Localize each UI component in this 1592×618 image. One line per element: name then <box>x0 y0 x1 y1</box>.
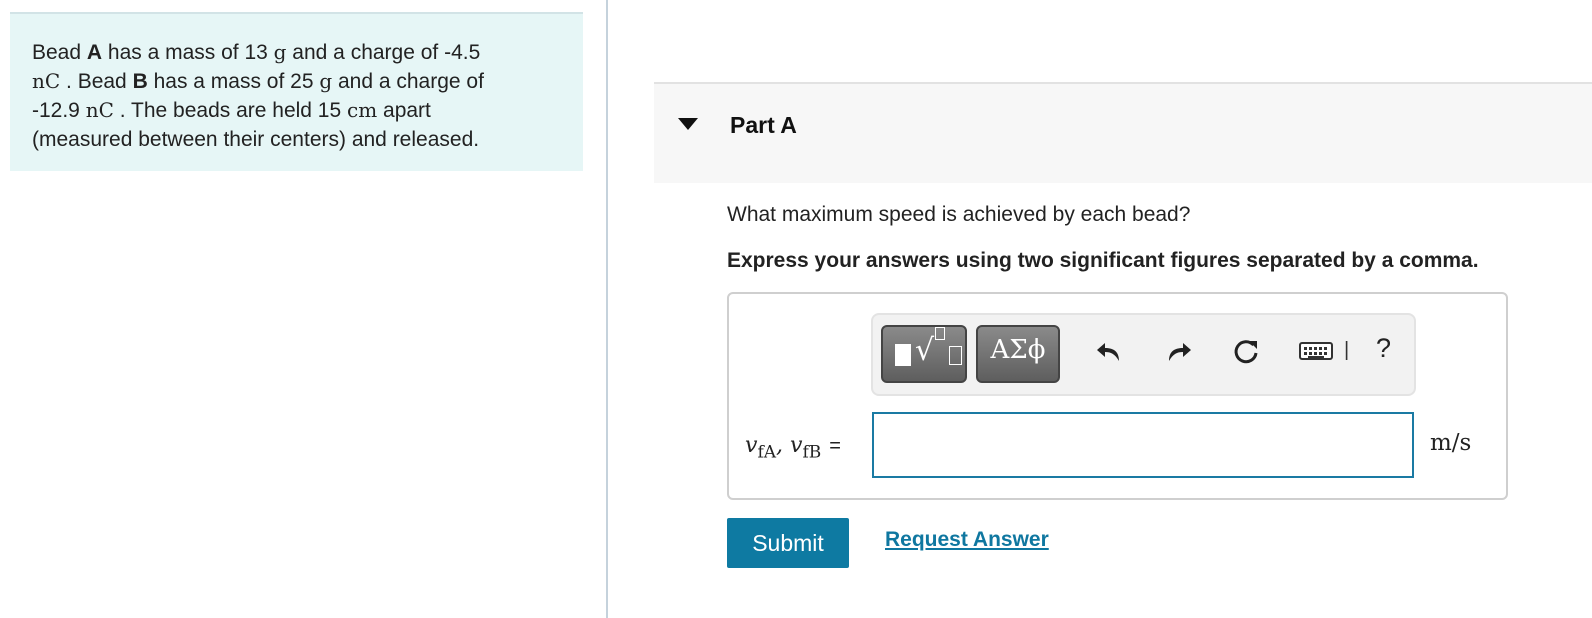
bead-a-label: A <box>86 41 103 64</box>
instruction-text: Express your answers using two significa… <box>727 249 1479 272</box>
keyboard-icon[interactable] <box>1299 342 1333 360</box>
bead-b-label: B <box>132 70 148 93</box>
problem-statement: Bead A has a mass of 13 g and a charge o… <box>10 12 583 171</box>
redo-icon[interactable] <box>1163 337 1193 367</box>
toolbar-separator: | <box>1344 339 1350 361</box>
question-text: What maximum speed is achieved by each b… <box>727 203 1191 226</box>
index-box-icon <box>935 327 945 340</box>
unit-g: g <box>273 40 287 64</box>
help-button[interactable]: ? <box>1376 333 1391 364</box>
answer-input[interactable] <box>872 412 1414 478</box>
unit-cm: cm <box>347 98 378 122</box>
variable-v-b: v <box>790 433 803 458</box>
subscript-fb: fB <box>802 442 822 463</box>
undo-icon[interactable] <box>1095 337 1125 367</box>
radicand-box-icon <box>949 346 962 365</box>
problem-text: (measured between their centers) and rel… <box>32 128 480 151</box>
templates-button[interactable]: √ <box>881 325 967 383</box>
problem-text: Bead <box>32 41 87 64</box>
variable-v-a: v <box>745 433 758 458</box>
radical-icon: √ <box>915 333 935 368</box>
submit-button[interactable]: Submit <box>727 518 849 568</box>
answer-variables-label: vfA, vfB = <box>745 433 841 462</box>
column-divider <box>606 0 608 618</box>
problem-text: and a charge of <box>332 70 484 93</box>
problem-text: . The beads are held 15 <box>113 99 348 122</box>
equals-sign: = <box>829 435 841 457</box>
units-label: m/s <box>1430 430 1472 456</box>
problem-text: has a mass of 13 <box>102 41 274 64</box>
problem-text: has a mass of 25 <box>147 70 320 93</box>
problem-text: apart <box>377 99 431 122</box>
request-answer-link[interactable]: Request Answer <box>885 528 1049 552</box>
subscript-fa: fA <box>757 442 777 463</box>
math-toolbar: √ ΑΣϕ | ? <box>871 313 1416 396</box>
greek-symbols-button[interactable]: ΑΣϕ <box>976 325 1060 383</box>
part-title: Part A <box>730 112 797 138</box>
reset-icon[interactable] <box>1231 337 1261 367</box>
unit-nc: nC <box>85 98 114 122</box>
cursor-block-icon <box>895 344 911 366</box>
collapse-caret-icon[interactable] <box>678 118 698 130</box>
comma: , <box>776 433 791 458</box>
problem-text: . Bead <box>60 70 133 93</box>
part-header[interactable]: Part A <box>654 82 1592 183</box>
unit-g: g <box>319 69 333 93</box>
unit-nc: nC <box>32 69 61 93</box>
problem-text: -12.9 <box>32 99 86 122</box>
problem-text: and a charge of -4.5 <box>286 41 481 64</box>
